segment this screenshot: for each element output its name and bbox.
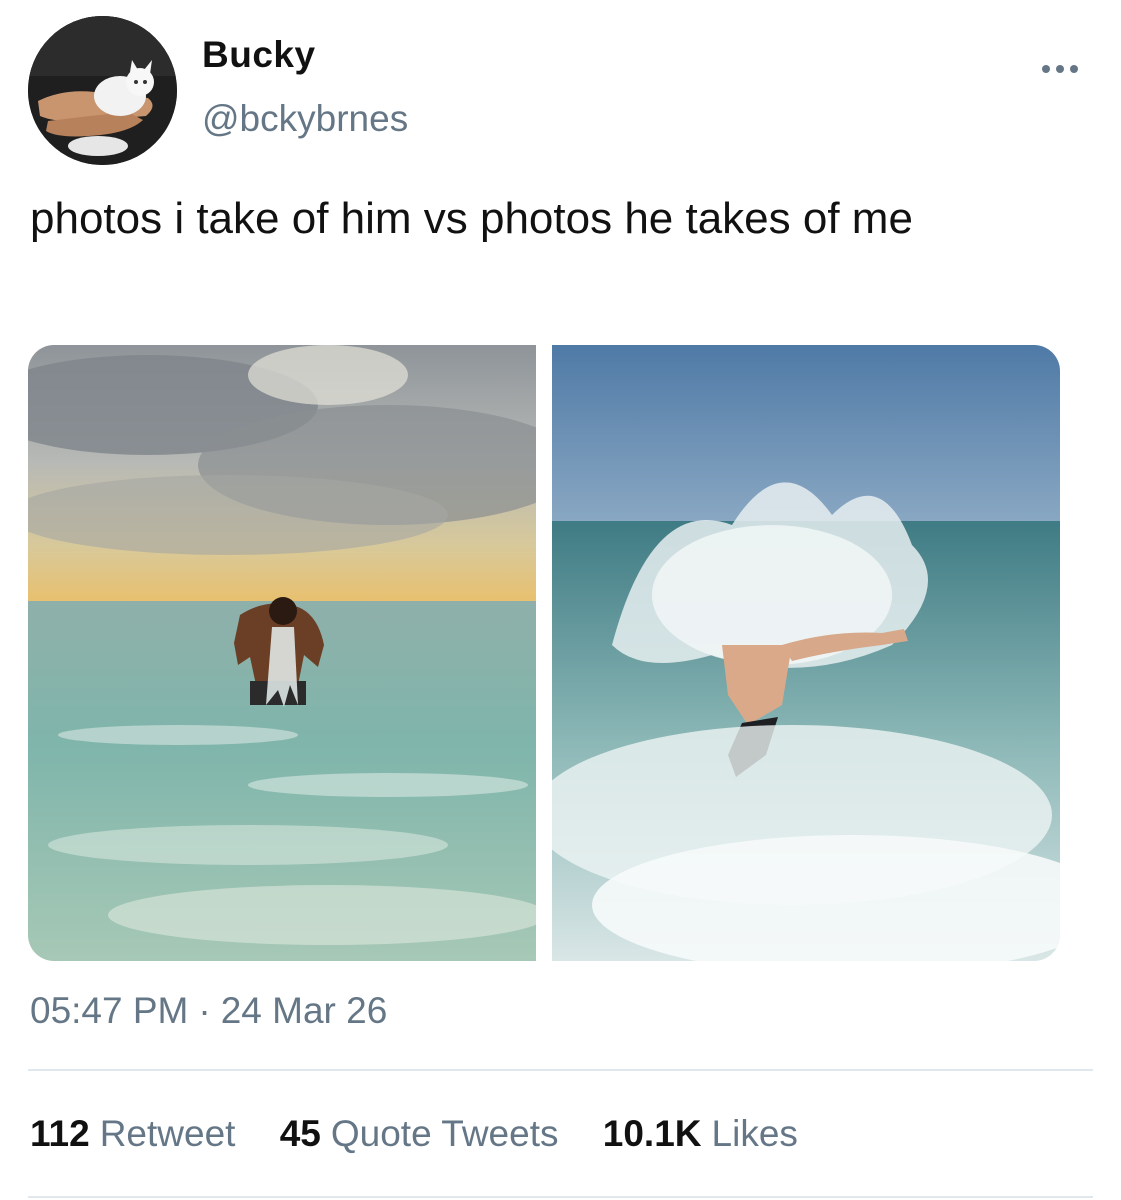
photo-right[interactable] <box>552 345 1060 961</box>
timestamp-separator: · <box>198 990 211 1031</box>
quote-tweets-count: 45 <box>279 1113 321 1154</box>
quote-tweets-stat[interactable]: 45 Quote Tweets <box>280 1113 559 1155</box>
user-handle[interactable]: @bckybrnes <box>202 98 408 140</box>
display-name[interactable]: Bucky <box>202 34 316 76</box>
photo-wave-splash-icon <box>552 345 1060 961</box>
tweet-card: Bucky @bckybrnes photos i take of him vs… <box>0 0 1121 1200</box>
retweets-stat[interactable]: 112 Retweet <box>30 1113 235 1155</box>
likes-stat[interactable]: 10.1K Likes <box>603 1113 798 1155</box>
tweet-text: photos i take of him vs photos he takes … <box>30 194 913 243</box>
tweet-time: 05:47 PM <box>30 990 189 1031</box>
photo-left[interactable] <box>28 345 536 961</box>
tweet-stats: 112 Retweet 45 Quote Tweets 10.1K Likes <box>30 1113 832 1155</box>
photo-man-in-sea-icon <box>28 345 536 961</box>
likes-count: 10.1K <box>602 1113 702 1154</box>
avatar[interactable] <box>28 16 177 165</box>
media-grid <box>28 345 1060 961</box>
tweet-date: 24 Mar 26 <box>220 990 388 1031</box>
retweets-count: 112 <box>30 1113 90 1154</box>
divider <box>28 1069 1093 1071</box>
divider-bottom <box>28 1196 1093 1198</box>
tweet-timestamp[interactable]: 05:47 PM · 24 Mar 26 <box>30 990 387 1032</box>
retweets-label: Retweet <box>99 1113 236 1154</box>
likes-label: Likes <box>711 1113 798 1154</box>
avatar-kitten-icon <box>28 16 177 165</box>
quote-tweets-label: Quote Tweets <box>330 1113 559 1154</box>
more-options-icon[interactable] <box>1040 58 1080 80</box>
